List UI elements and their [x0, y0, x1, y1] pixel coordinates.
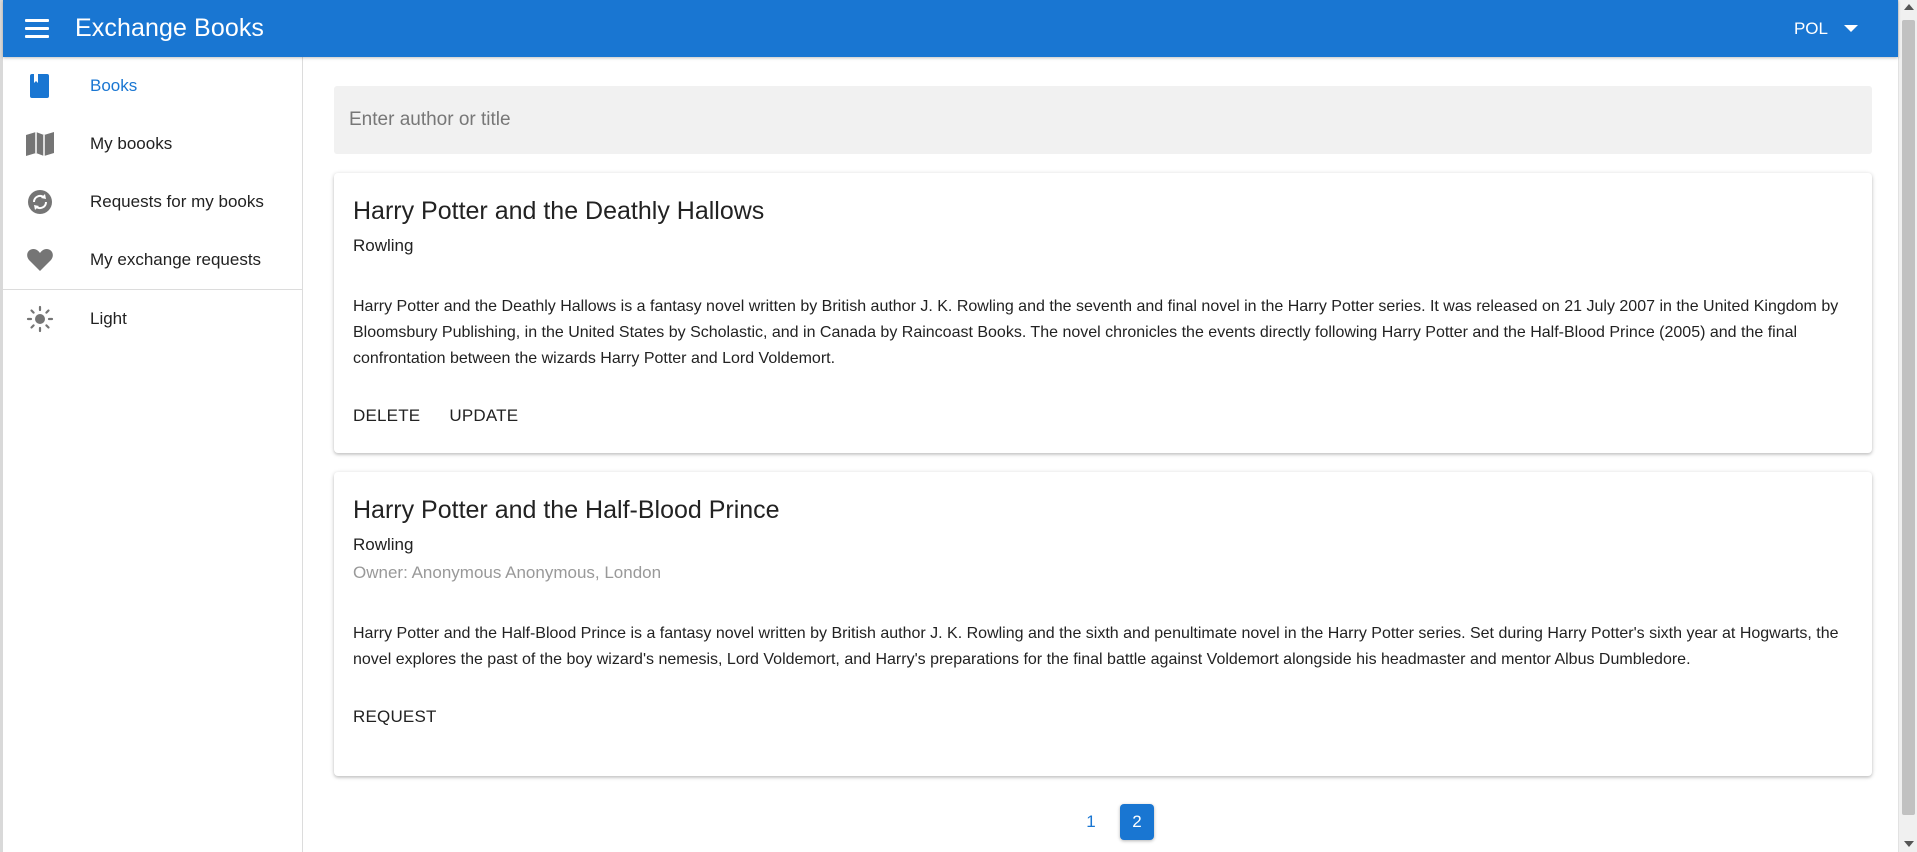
app-title: Exchange Books: [75, 14, 265, 42]
book-author: Rowling: [353, 236, 414, 255]
vertical-scrollbar[interactable]: [1898, 0, 1917, 852]
caret-down-icon: [1844, 25, 1858, 32]
book-author: Rowling: [353, 535, 414, 554]
book-owner: Owner: Anonymous Anonymous, London: [353, 563, 662, 582]
page-button-current[interactable]: 2: [1120, 804, 1154, 840]
delete-button[interactable]: DELETE: [353, 406, 420, 426]
menu-icon[interactable]: [25, 14, 55, 44]
sidebar-item-books[interactable]: Books: [3, 57, 302, 115]
card-actions: DELETE UPDATE: [353, 406, 1853, 426]
sun-icon: [23, 302, 57, 336]
book-card: Harry Potter and the Deathly Hallows Row…: [334, 173, 1872, 453]
search-box[interactable]: [334, 86, 1872, 154]
heart-icon: [23, 243, 57, 277]
book-title: Harry Potter and the Deathly Hallows: [353, 197, 765, 225]
language-selector[interactable]: POL: [1794, 0, 1858, 57]
scroll-down-icon[interactable]: [1904, 841, 1914, 847]
book-description: Harry Potter and the Deathly Hallows is …: [353, 298, 1839, 367]
theme-toggle-label: Light: [90, 309, 127, 328]
update-button[interactable]: UPDATE: [449, 406, 518, 426]
sidebar-item-label: Books: [90, 76, 138, 95]
sidebar: Books My boooks Requests for my books My…: [3, 57, 303, 852]
open-book-icon: [23, 127, 57, 161]
request-button[interactable]: REQUEST: [353, 707, 437, 727]
main-content: Harry Potter and the Deathly Hallows Row…: [304, 57, 1898, 852]
book-title: Harry Potter and the Half-Blood Prince: [353, 496, 780, 524]
sync-icon: [23, 185, 57, 219]
book-icon: [23, 69, 57, 103]
sidebar-item-label: Requests for my books: [90, 192, 264, 211]
page-button[interactable]: 1: [1074, 804, 1108, 840]
sidebar-item-my-books[interactable]: My boooks: [3, 115, 302, 173]
language-label: POL: [1793, 18, 1828, 38]
pagination: 1 2: [1074, 804, 1154, 840]
scrollbar-thumb[interactable]: [1902, 20, 1915, 815]
sidebar-item-my-exchange-requests[interactable]: My exchange requests: [3, 231, 302, 289]
scroll-up-icon[interactable]: [1904, 4, 1914, 10]
book-card: Harry Potter and the Half-Blood Prince R…: [334, 472, 1872, 776]
app-bar: Exchange Books POL: [3, 0, 1898, 57]
app-window: Exchange Books POL Books My boooks Reque…: [0, 0, 1898, 852]
search-input[interactable]: [349, 109, 1872, 131]
sidebar-item-requests-for-my-books[interactable]: Requests for my books: [3, 173, 302, 231]
sidebar-item-label: My boooks: [90, 134, 173, 153]
card-actions: REQUEST: [353, 707, 1853, 727]
book-description: Harry Potter and the Half-Blood Prince i…: [353, 625, 1839, 668]
sidebar-item-label: My exchange requests: [90, 250, 262, 269]
theme-toggle[interactable]: Light: [3, 290, 302, 348]
